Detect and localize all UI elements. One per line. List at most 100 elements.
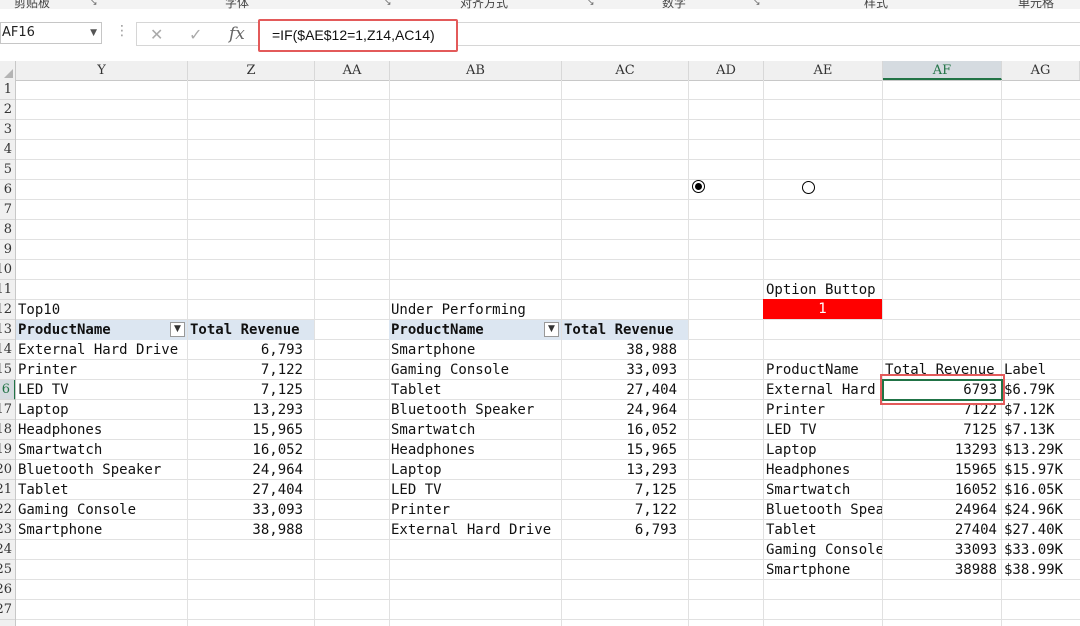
under-row-name[interactable]: External Hard Drive — [389, 520, 561, 540]
helper-row-revenue[interactable]: 15965 — [883, 460, 1001, 480]
under-row-revenue[interactable]: 6,793 — [562, 520, 688, 540]
cancel-icon[interactable]: ✕ — [150, 25, 163, 44]
option-button-top10[interactable] — [692, 180, 705, 193]
top10-row-name[interactable]: Tablet — [16, 480, 187, 500]
row-header[interactable]: 1 — [0, 80, 15, 100]
helper-row-label[interactable]: $27.40K — [1002, 520, 1080, 540]
under-row-name[interactable]: Bluetooth Speaker — [389, 400, 561, 420]
under-row-name[interactable]: Smartwatch — [389, 420, 561, 440]
top10-row-revenue[interactable]: 27,404 — [188, 480, 314, 500]
top10-row-name[interactable]: Laptop — [16, 400, 187, 420]
column-header-y[interactable]: Y — [16, 61, 188, 80]
row-header[interactable]: 19 — [0, 440, 15, 460]
under-row-revenue[interactable]: 38,988 — [562, 340, 688, 360]
under-row-revenue[interactable]: 7,122 — [562, 500, 688, 520]
top10-row-name[interactable]: External Hard Drive — [16, 340, 187, 360]
row-header[interactable]: 24 — [0, 540, 15, 560]
helper-row-name[interactable]: Printer — [764, 400, 882, 420]
helper-row-name[interactable]: Bluetooth Spea — [764, 500, 882, 520]
row-header[interactable]: 22 — [0, 500, 15, 520]
more-dots-icon[interactable]: ⋮ — [115, 23, 129, 39]
enter-check-icon[interactable]: ✓ — [189, 25, 202, 44]
helper-row-name[interactable]: Headphones — [764, 460, 882, 480]
column-header-ab[interactable]: AB — [390, 61, 562, 80]
top10-header-revenue[interactable]: Total Revenue — [188, 320, 314, 340]
row-header[interactable]: 20 — [0, 460, 15, 480]
top10-header-productname[interactable]: ProductName ▼ — [16, 320, 187, 340]
helper-row-name[interactable]: LED TV — [764, 420, 882, 440]
row-header[interactable]: 4 — [0, 140, 15, 160]
row-header[interactable]: 17 — [0, 400, 15, 420]
under-row-name[interactable]: Tablet — [389, 380, 561, 400]
under-row-name[interactable]: Smartphone — [389, 340, 561, 360]
helper-row-label[interactable]: $15.97K — [1002, 460, 1080, 480]
row-header[interactable]: 8 — [0, 220, 15, 240]
row-header[interactable]: 6 — [0, 180, 15, 200]
insert-function-icon[interactable]: fx — [229, 24, 245, 44]
helper-row-name[interactable]: External Hard — [764, 380, 882, 400]
under-row-name[interactable]: Laptop — [389, 460, 561, 480]
top10-row-name[interactable]: Smartwatch — [16, 440, 187, 460]
top10-row-revenue[interactable]: 6,793 — [188, 340, 314, 360]
helper-row-label[interactable]: $16.05K — [1002, 480, 1080, 500]
row-header[interactable]: 27 — [0, 600, 15, 620]
row-header[interactable]: 11 — [0, 280, 15, 300]
row-header[interactable]: 26 — [0, 580, 15, 600]
row-header[interactable]: 10 — [0, 260, 15, 280]
dialog-launcher-icon[interactable]: ↘ — [753, 0, 761, 8]
option-button-under-performing[interactable] — [802, 181, 815, 194]
helper-row-label[interactable]: $38.99K — [1002, 560, 1080, 580]
helper-row-label[interactable]: $24.96K — [1002, 500, 1080, 520]
helper-row-revenue[interactable]: 38988 — [883, 560, 1001, 580]
chevron-down-icon[interactable]: ▼ — [90, 23, 97, 43]
column-header-z[interactable]: Z — [188, 61, 315, 80]
helper-row-name[interactable]: Smartwatch — [764, 480, 882, 500]
top10-row-revenue[interactable]: 38,988 — [188, 520, 314, 540]
column-header-ac[interactable]: AC — [562, 61, 689, 80]
under-row-name[interactable]: Printer — [389, 500, 561, 520]
helper-row-name[interactable]: Tablet — [764, 520, 882, 540]
filter-sort-descending-icon[interactable]: ▼ — [544, 322, 559, 337]
helper-row-name[interactable]: Laptop — [764, 440, 882, 460]
top10-row-name[interactable]: Smartphone — [16, 520, 187, 540]
row-header[interactable]: 12 — [0, 300, 15, 320]
dialog-launcher-icon[interactable]: ↘ — [90, 0, 98, 8]
helper-row-revenue[interactable]: 27404 — [883, 520, 1001, 540]
top10-row-name[interactable]: Headphones — [16, 420, 187, 440]
select-all-button[interactable] — [0, 61, 16, 80]
top10-row-name[interactable]: Printer — [16, 360, 187, 380]
helper-row-label[interactable]: $7.12K — [1002, 400, 1080, 420]
formula-input[interactable]: =IF($AE$12=1,Z14,AC14) — [258, 19, 458, 52]
row-header[interactable]: 15 — [0, 360, 15, 380]
under-header-revenue[interactable]: Total Revenue — [562, 320, 688, 340]
top10-row-revenue[interactable]: 24,964 — [188, 460, 314, 480]
helper-row-label[interactable]: $13.29K — [1002, 440, 1080, 460]
under-row-revenue[interactable]: 16,052 — [562, 420, 688, 440]
top10-row-revenue[interactable]: 15,965 — [188, 420, 314, 440]
row-header[interactable]: 23 — [0, 520, 15, 540]
top10-row-revenue[interactable]: 33,093 — [188, 500, 314, 520]
dialog-launcher-icon[interactable]: ↘ — [587, 0, 595, 8]
row-header[interactable]: 21 — [0, 480, 15, 500]
top10-row-name[interactable]: Gaming Console — [16, 500, 187, 520]
under-row-revenue[interactable]: 7,125 — [562, 480, 688, 500]
dialog-launcher-icon[interactable]: ↘ — [384, 0, 392, 8]
under-row-name[interactable]: Headphones — [389, 440, 561, 460]
top10-row-revenue[interactable]: 7,125 — [188, 380, 314, 400]
helper-row-revenue[interactable]: 24964 — [883, 500, 1001, 520]
under-row-name[interactable]: Gaming Console — [389, 360, 561, 380]
helper-row-revenue[interactable]: 7125 — [883, 420, 1001, 440]
column-header-ae[interactable]: AE — [764, 61, 883, 80]
under-row-revenue[interactable]: 13,293 — [562, 460, 688, 480]
helper-row-label[interactable]: $6.79K — [1002, 380, 1080, 400]
row-header[interactable]: 13 — [0, 320, 15, 340]
under-row-revenue[interactable]: 33,093 — [562, 360, 688, 380]
row-header[interactable]: 9 — [0, 240, 15, 260]
top10-row-name[interactable]: Bluetooth Speaker — [16, 460, 187, 480]
row-header[interactable]: 14 — [0, 340, 15, 360]
top10-row-name[interactable]: LED TV — [16, 380, 187, 400]
under-row-revenue[interactable]: 27,404 — [562, 380, 688, 400]
column-header-aa[interactable]: AA — [315, 61, 390, 80]
under-header-productname[interactable]: ProductName ▼ — [389, 320, 561, 340]
row-header[interactable]: 18 — [0, 420, 15, 440]
